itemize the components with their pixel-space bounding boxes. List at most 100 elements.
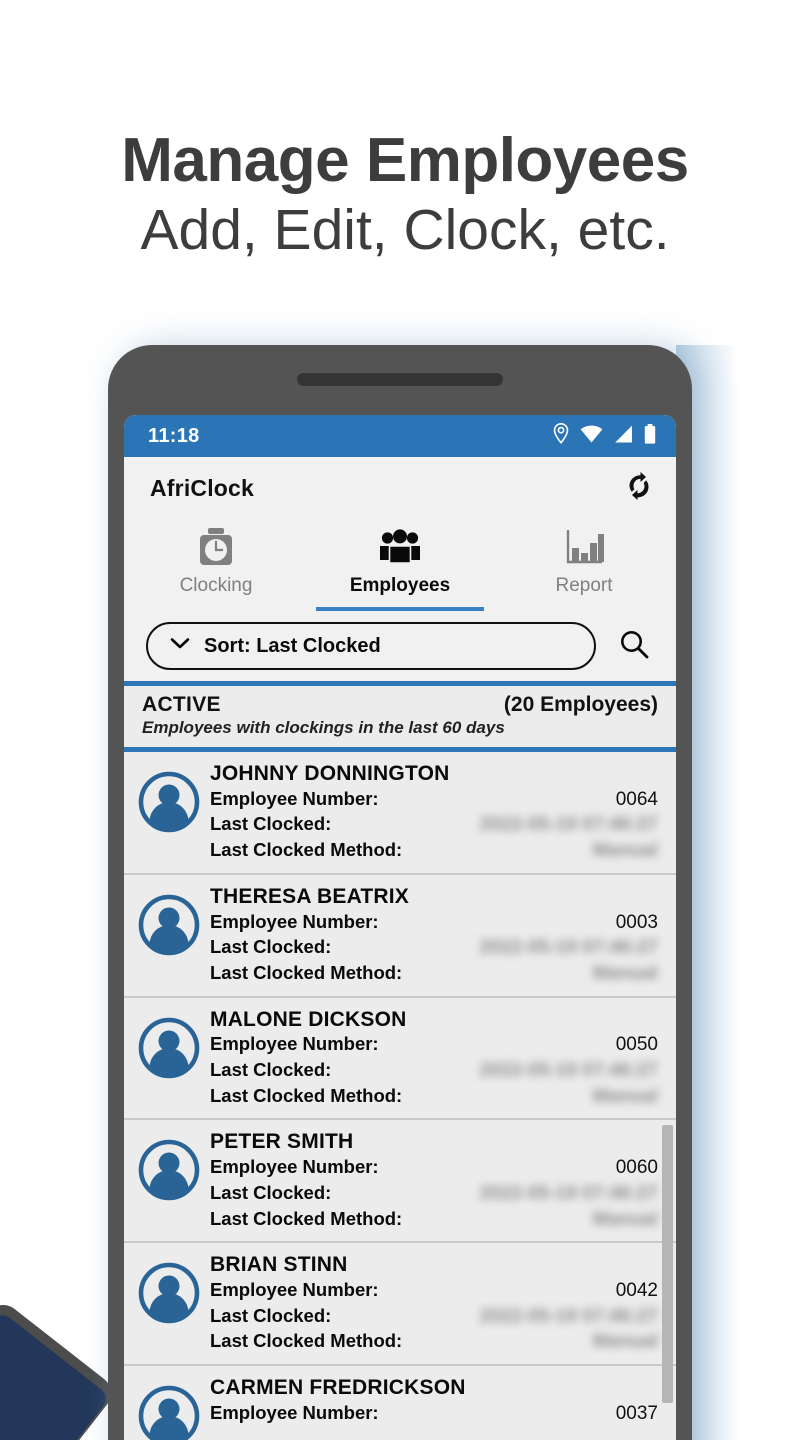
last-clocked-row: Last Clocked: 2022-05-19 07:46:27 — [210, 935, 658, 961]
row-content: CARMEN FREDRICKSON Employee Number: 0037 — [210, 1376, 658, 1426]
table-row[interactable]: THERESA BEATRIX Employee Number: 0003 La… — [124, 874, 676, 998]
employee-number-label: Employee Number: — [210, 1401, 379, 1423]
last-clocked-method-label: Last Clocked Method: — [210, 1207, 403, 1229]
employee-name: PETER SMITH — [210, 1130, 354, 1154]
employee-list: JOHNNY DONNINGTON Employee Number: 0064 … — [124, 752, 676, 1440]
app-bar: AfriClock — [124, 457, 676, 519]
app-title: AfriClock — [150, 474, 255, 501]
background-device-corner — [0, 1297, 119, 1440]
sort-dropdown[interactable]: Sort: Last Clocked — [146, 622, 596, 670]
list-scrollbar[interactable] — [662, 1125, 673, 1403]
employee-number-row: Employee Number: 0042 — [210, 1278, 658, 1304]
employee-number-row: Employee Number: 0060 — [210, 1155, 658, 1181]
last-clocked-value: 2022-05-19 07:46:27 — [479, 814, 658, 836]
table-row[interactable]: BRIAN STINN Employee Number: 0042 Last C… — [124, 1243, 676, 1367]
headline-title: Manage Employees — [121, 126, 689, 195]
tab-employees-label: Employees — [349, 575, 451, 596]
battery-icon — [644, 423, 656, 449]
table-row[interactable]: CARMEN FREDRICKSON Employee Number: 0037 — [124, 1366, 676, 1440]
avatar — [138, 1262, 200, 1324]
location-icon — [553, 422, 569, 449]
phone-screen: 11:18 AfriClock Clocking Employees Repor… — [124, 415, 676, 1440]
tab-clocking-label: Clocking — [179, 575, 253, 596]
people-group-icon — [377, 525, 423, 571]
last-clocked-label: Last Clocked: — [210, 1304, 332, 1326]
row-content: PETER SMITH Employee Number: 0060 Last C… — [210, 1130, 658, 1232]
last-clocked-value: 2022-05-19 07:46:27 — [479, 1060, 658, 1082]
time-clock-icon — [196, 525, 236, 571]
toolbar: Sort: Last Clocked — [124, 611, 676, 681]
employee-number-value: 0042 — [615, 1280, 658, 1302]
section-header-top: ACTIVE (20 Employees) — [142, 693, 658, 717]
last-clocked-value: 2022-05-19 07:46:27 — [479, 1182, 658, 1204]
tab-bar: Clocking Employees Report — [124, 519, 676, 611]
avatar — [138, 1139, 200, 1201]
avatar — [138, 894, 200, 956]
tab-clocking[interactable]: Clocking — [124, 519, 308, 611]
refresh-icon[interactable] — [624, 471, 654, 506]
employee-name: CARMEN FREDRICKSON — [210, 1376, 466, 1400]
employee-name: THERESA BEATRIX — [210, 884, 410, 908]
employee-number-value: 0037 — [615, 1402, 658, 1424]
employee-name: MALONE DICKSON — [210, 1007, 407, 1031]
headline-subtitle: Add, Edit, Clock, etc. — [140, 198, 670, 263]
phone-mockup: 11:18 AfriClock Clocking Employees Repor… — [108, 345, 692, 1440]
employee-number-value: 0064 — [615, 788, 658, 810]
status-bar: 11:18 — [124, 415, 676, 457]
employee-name: JOHNNY DONNINGTON — [210, 762, 450, 785]
last-clocked-row: Last Clocked: 2022-05-19 07:46:27 — [210, 1304, 658, 1330]
last-clocked-label: Last Clocked: — [210, 936, 332, 958]
signal-icon — [614, 425, 633, 448]
table-row[interactable]: JOHNNY DONNINGTON Employee Number: 0064 … — [124, 752, 676, 875]
search-button[interactable] — [614, 626, 654, 666]
promo-screenshot: Manage Employees Add, Edit, Clock, etc. … — [0, 0, 810, 1440]
last-clocked-method-row: Last Clocked Method: Manual — [210, 961, 658, 987]
avatar — [138, 771, 200, 833]
employee-number-value: 0060 — [615, 1157, 658, 1179]
last-clocked-method-value: Manual — [592, 1085, 658, 1107]
avatar — [138, 1385, 200, 1440]
row-content: MALONE DICKSON Employee Number: 0050 Las… — [210, 1008, 658, 1110]
table-row[interactable]: MALONE DICKSON Employee Number: 0050 Las… — [124, 997, 676, 1121]
bar-chart-icon — [563, 525, 605, 571]
last-clocked-method-row: Last Clocked Method: Manual — [210, 838, 658, 864]
tab-employees[interactable]: Employees — [308, 519, 492, 611]
sort-dropdown-label: Sort: Last Clocked — [204, 634, 381, 657]
last-clocked-value: 2022-05-19 07:46:27 — [479, 1305, 658, 1327]
section-title: ACTIVE — [142, 693, 221, 716]
row-content: THERESA BEATRIX Employee Number: 0003 La… — [210, 885, 658, 987]
section-employee-count: (20 Employees) — [503, 693, 658, 716]
employee-number-label: Employee Number: — [210, 1033, 379, 1055]
employee-number-label: Employee Number: — [210, 910, 379, 932]
last-clocked-method-value: Manual — [592, 840, 658, 862]
last-clocked-row: Last Clocked: 2022-05-19 07:46:27 — [210, 1181, 658, 1207]
search-icon — [618, 628, 650, 665]
status-bar-icons — [553, 422, 656, 449]
chevron-down-icon — [170, 637, 190, 655]
last-clocked-method-label: Last Clocked Method: — [210, 1084, 403, 1106]
employee-number-label: Employee Number: — [210, 1156, 379, 1178]
section-subtitle: Employees with clockings in the last 60 … — [142, 718, 505, 737]
employee-number-value: 0050 — [615, 1034, 658, 1056]
employee-number-row: Employee Number: 0064 — [210, 787, 658, 813]
row-content: JOHNNY DONNINGTON Employee Number: 0064 … — [210, 762, 658, 864]
last-clocked-method-label: Last Clocked Method: — [210, 839, 403, 861]
employee-number-value: 0003 — [615, 911, 658, 933]
table-row[interactable]: PETER SMITH Employee Number: 0060 Last C… — [124, 1120, 676, 1244]
last-clocked-label: Last Clocked: — [210, 1181, 332, 1203]
last-clocked-row: Last Clocked: 2022-05-19 07:46:27 — [210, 812, 658, 838]
employee-number-row: Employee Number: 0037 — [210, 1401, 658, 1427]
employee-number-row: Employee Number: 0050 — [210, 1032, 658, 1058]
employee-name: BRIAN STINN — [210, 1253, 348, 1277]
employee-number-label: Employee Number: — [210, 787, 379, 809]
section-header-active: ACTIVE (20 Employees) Employees with clo… — [124, 681, 676, 752]
employee-number-row: Employee Number: 0003 — [210, 910, 658, 936]
tab-report[interactable]: Report — [492, 519, 676, 611]
phone-speaker-grille — [297, 373, 503, 386]
last-clocked-method-label: Last Clocked Method: — [210, 1330, 403, 1352]
employee-number-label: Employee Number: — [210, 1279, 379, 1301]
last-clocked-method-row: Last Clocked Method: Manual — [210, 1329, 658, 1355]
last-clocked-label: Last Clocked: — [210, 1059, 332, 1081]
status-bar-clock: 11:18 — [148, 424, 200, 447]
promo-headline: Manage Employees Add, Edit, Clock, etc. — [0, 128, 810, 263]
